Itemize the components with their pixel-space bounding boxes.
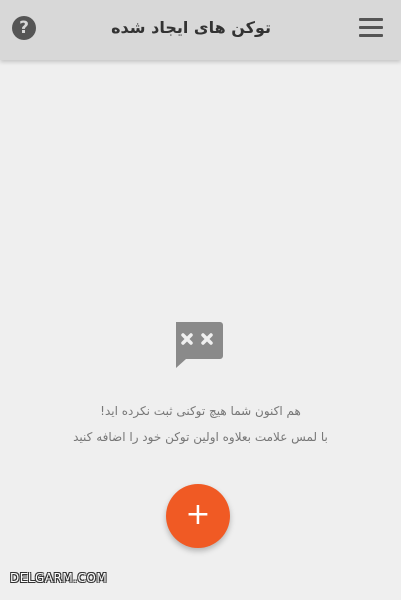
help-button[interactable]: ? bbox=[12, 16, 36, 40]
message-x-icon bbox=[172, 320, 224, 372]
plus-icon: + bbox=[185, 497, 211, 532]
empty-state-message: هم اکنون شما هیچ توکنی ثبت نکرده اید! bbox=[100, 404, 301, 418]
watermark: DELGARM.COM bbox=[10, 571, 108, 585]
menu-button[interactable] bbox=[359, 18, 383, 38]
question-circle-icon: ? bbox=[19, 18, 29, 38]
app-bar: ? توکن های ایجاد شده bbox=[0, 0, 401, 60]
add-token-button[interactable]: + bbox=[166, 484, 230, 548]
empty-state-hint: با لمس علامت بعلاوه اولین توکن خود را اض… bbox=[73, 430, 328, 444]
page-title: توکن های ایجاد شده bbox=[111, 18, 271, 37]
